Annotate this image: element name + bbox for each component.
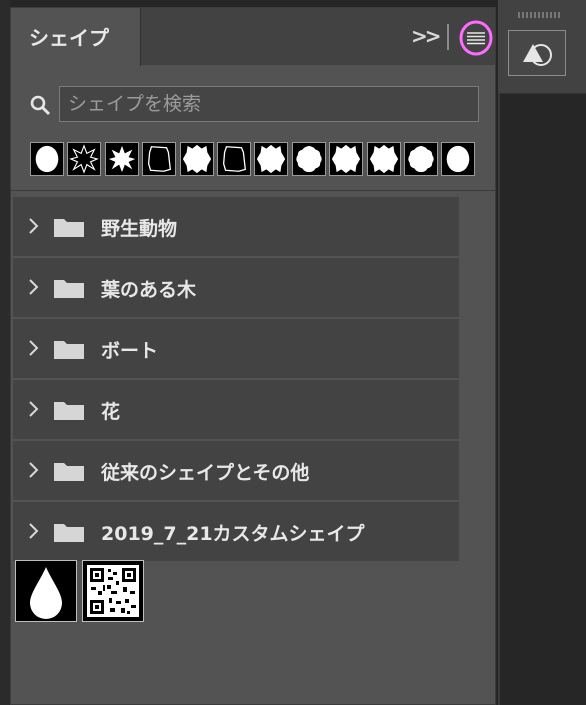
- recent-shape-swatch[interactable]: [104, 142, 139, 176]
- chevron-right-icon[interactable]: [27, 339, 39, 357]
- search-bar: [29, 86, 481, 122]
- shape-group-row[interactable]: 野生動物: [13, 197, 459, 256]
- qr-code-shape-icon: [87, 565, 139, 617]
- folder-icon: [54, 402, 84, 420]
- search-icon: [30, 95, 51, 116]
- recent-shape-swatch[interactable]: [441, 142, 476, 176]
- folder-icon: [54, 463, 84, 481]
- dock-grip-handle[interactable]: [518, 12, 562, 18]
- search-input[interactable]: [59, 86, 479, 122]
- panel-tab-bar: シェイプ >>: [11, 8, 496, 66]
- panel-menu-button[interactable]: [456, 18, 496, 58]
- shape-group-label: ボート: [101, 340, 159, 362]
- recent-shape-swatch[interactable]: [366, 142, 401, 176]
- tab-shapes[interactable]: シェイプ: [11, 8, 141, 66]
- panel-divider: [11, 190, 495, 191]
- left-edge: [0, 0, 10, 705]
- recent-shape-swatch[interactable]: [30, 142, 64, 176]
- history-panel-button[interactable]: [508, 30, 566, 76]
- raindrop-shape-icon: [30, 567, 62, 619]
- scalloped-frame-shape-icon: [408, 145, 434, 173]
- shape-thumbnail[interactable]: [15, 560, 77, 622]
- scalloped-frame-shape-icon: [296, 145, 322, 173]
- chevron-right-icon[interactable]: [27, 522, 39, 540]
- shape-group-label: 花: [101, 401, 121, 423]
- starburst-outline-shape-icon: [69, 144, 100, 174]
- starburst-shape-icon: [108, 145, 135, 173]
- shape-group-row[interactable]: 花: [13, 380, 459, 439]
- ellipse-shape-icon: [447, 145, 470, 173]
- recent-shape-swatch[interactable]: [142, 142, 177, 176]
- spiky-frame-shape-icon: [369, 144, 398, 174]
- chevron-right-icon[interactable]: [27, 217, 39, 235]
- shape-group-label: 葉のある木: [101, 279, 197, 301]
- highlight-circle: [459, 20, 493, 56]
- shape-group-label: 従来のシェイプとその他: [101, 462, 310, 484]
- hamburger-menu-icon: [459, 20, 493, 56]
- tab-shapes-label: シェイプ: [29, 26, 109, 50]
- collapse-panel-button[interactable]: >>: [411, 24, 441, 48]
- shapes-panel: シェイプ >> 野生動物: [10, 7, 496, 705]
- ellipse-shape-icon: [35, 145, 59, 173]
- spiky-frame-shape-icon: [182, 144, 211, 174]
- chevron-right-icon[interactable]: [27, 400, 39, 418]
- recent-shape-swatch[interactable]: [179, 142, 214, 176]
- recent-shape-swatch[interactable]: [404, 142, 438, 176]
- history-icon: [523, 44, 552, 66]
- frame-outline-shape-icon: [148, 146, 172, 172]
- recent-shape-swatch[interactable]: [254, 142, 289, 176]
- shape-group-label: 2019_7_21カスタムシェイプ: [101, 523, 365, 545]
- folder-icon: [54, 280, 84, 298]
- recent-shape-swatch[interactable]: [67, 142, 102, 176]
- shape-group-row[interactable]: 従来のシェイプとその他: [13, 441, 459, 500]
- shape-group-row[interactable]: 2019_7_21カスタムシェイプ: [13, 502, 459, 561]
- folder-icon: [54, 341, 84, 359]
- dock-edge: [498, 93, 500, 705]
- frame-outline-shape-icon: [222, 146, 247, 172]
- shape-group-row[interactable]: ボート: [13, 319, 459, 378]
- spiky-frame-shape-icon: [332, 144, 361, 174]
- folder-icon: [54, 524, 84, 542]
- shape-group-label: 野生動物: [101, 218, 178, 240]
- recent-shape-swatch[interactable]: [217, 142, 251, 176]
- spiky-frame-shape-icon: [257, 144, 286, 174]
- shape-group-row[interactable]: 葉のある木: [13, 258, 459, 317]
- recent-shape-swatch[interactable]: [291, 142, 326, 176]
- toolbar-separator: [447, 24, 449, 50]
- shape-thumbnail[interactable]: [82, 560, 144, 622]
- right-dock: [498, 0, 586, 94]
- chevron-right-icon[interactable]: [27, 461, 39, 479]
- chevron-right-icon[interactable]: [27, 278, 39, 296]
- folder-icon: [54, 219, 84, 237]
- recent-shape-swatch[interactable]: [329, 142, 364, 176]
